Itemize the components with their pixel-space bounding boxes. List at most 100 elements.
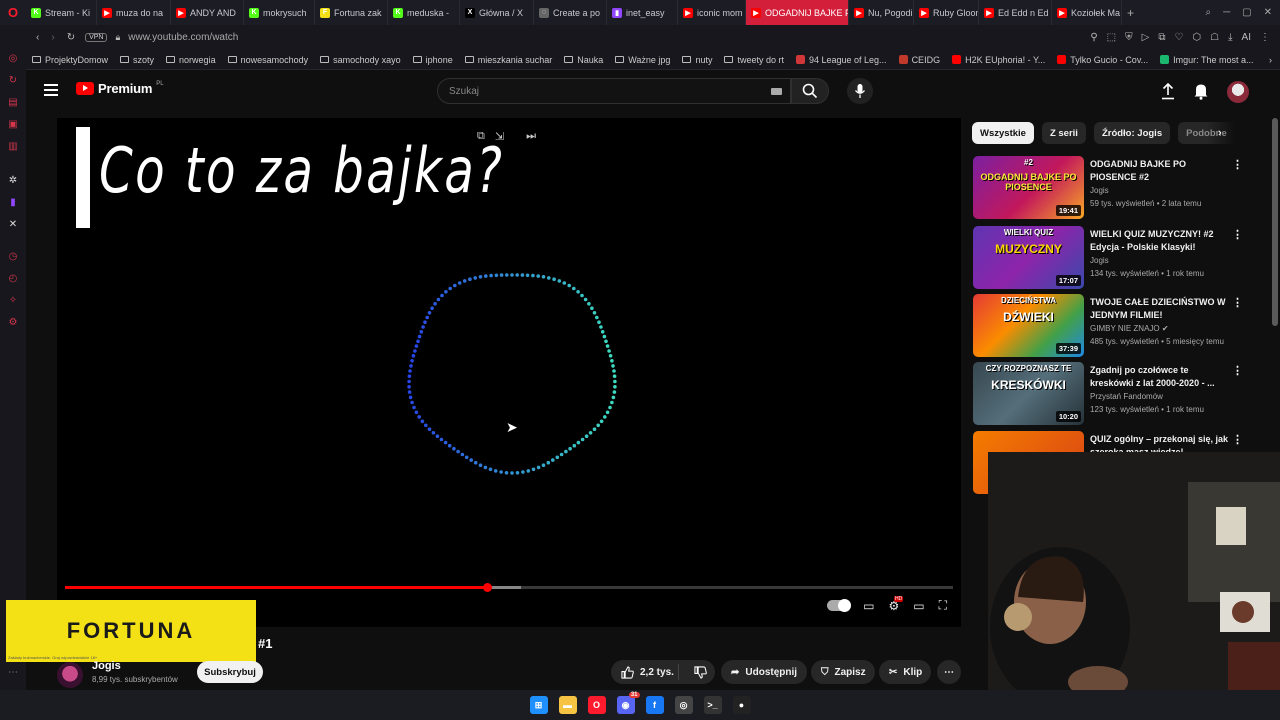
recommendation-title[interactable]: Zgadnij po czołówce te kreskówki z lat 2… [1090,364,1230,390]
bookmark-item[interactable]: tweety do rt [718,55,790,65]
like-button[interactable]: 2,2 tys. [611,664,680,680]
settings-gear-icon[interactable]: ⚙ [0,311,26,333]
social-icon[interactable]: ▣ [0,113,26,135]
close-window-icon[interactable]: ✕ [1264,7,1272,18]
browser-tab[interactable]: ◌ Create a po [534,0,607,25]
minimize-icon[interactable]: ─ [1223,7,1230,18]
lock-icon[interactable]: 🔒︎ [115,32,120,43]
x-twitter-icon[interactable]: ✕ [0,213,26,235]
video-thumbnail[interactable]: WIELKI QUIZ MUZYCZNY 17:07 [973,226,1084,289]
search-tabs-icon[interactable]: ⌕ [1205,7,1211,18]
browser-tab[interactable]: X Główna / X [460,0,534,25]
video-popout-icon[interactable]: ▷ [1142,32,1150,43]
recommendation-channel[interactable]: Jogis [1090,186,1109,195]
notifications-bell-icon[interactable] [1193,82,1209,100]
youtube-premium-logo[interactable]: Premium PL [76,81,164,96]
video-thumbnail[interactable]: CZY ROZPOZNASZ TE KRESKÓWKI 10:20 [973,362,1084,425]
bookmark-item[interactable]: nowesamochody [222,55,315,65]
progress-scrubber-handle[interactable] [482,583,492,592]
new-tab-icon[interactable]: + [1122,0,1139,25]
discord-icon[interactable]: ◉ 31 [616,692,640,714]
search-button[interactable] [791,78,829,104]
settings-icon[interactable]: ⚙ HD [888,595,904,613]
subtitles-icon[interactable]: ▭ [863,599,874,613]
more-options-icon[interactable]: ⋮ [1232,364,1243,377]
dislike-button[interactable] [685,665,715,679]
filter-chip[interactable]: Z serii [1041,122,1086,144]
browser-tab[interactable]: Kmeduska - [388,0,460,25]
video-player[interactable]: Co to za bajka? ⧉ ⇲ ⏭ ➤ ▭ ⚙ HD ▭ ⛶ [57,118,961,627]
browser-tab[interactable]: ▶ Koziołek Ma [1052,0,1122,25]
aria-ai-button[interactable]: AI [1242,32,1251,43]
filter-chip[interactable]: Wszystkie [972,122,1034,144]
bookmark-item[interactable]: mieszkania suchar [459,55,559,65]
file-explorer-icon[interactable]: ▬ [558,696,577,714]
save-button[interactable]: ⛉ Zapisz [811,660,875,684]
theater-mode-icon[interactable]: ▭ [913,599,924,613]
recommendation-channel[interactable]: Przystań Fandomów [1090,392,1163,401]
subscribe-button[interactable]: Subskrybuj [197,661,263,683]
bookmark-item[interactable]: Ważne jpg [609,55,676,65]
browser-tab[interactable]: ▶ Nu, Pogodi [849,0,914,25]
browser-tab[interactable]: ▶ iconic mom [678,0,746,25]
channel-name[interactable]: Jogis [92,660,121,672]
hamburger-menu-icon[interactable] [44,84,58,96]
windows-start-icon[interactable]: ⊞ [529,696,548,714]
search-input[interactable]: Szukaj [437,78,791,104]
filter-chip[interactable]: Źródło: Jogis [1093,122,1171,144]
channel-avatar[interactable] [57,662,83,688]
browser-tab[interactable]: ▶ ODGADNIJ BAJKE P [746,0,849,25]
browser-tab[interactable]: ▶ Ruby Gloom [914,0,979,25]
bookmark-item[interactable]: CEIDG [893,55,947,65]
recommendation-card[interactable]: WIELKI QUIZ MUZYCZNY 17:07 WIELKI QUIZ MUZY… [973,226,1273,290]
video-thumbnail[interactable]: #2 ODGADNIJ BAJKE PO PIOSENCE 19:41 [973,156,1084,219]
more-actions-button[interactable]: ⋯ [937,660,961,684]
bookmark-item[interactable]: samochody xayo [314,55,407,65]
bookmark-item[interactable]: Imgur: The most a... [1154,55,1259,65]
terminal-icon[interactable]: >_ [703,696,722,714]
filter-chip[interactable]: Podobne [1178,122,1235,144]
autoplay-toggle[interactable] [827,599,852,612]
browser-tab[interactable]: Kmokrysuch [244,0,315,25]
recommendation-channel[interactable]: GIMBY NIE ZNAJO ✔ [1090,324,1169,333]
player-icon[interactable]: ▥ [0,135,26,157]
twitch-icon[interactable]: ▮ [0,191,26,213]
download-icon[interactable]: ⤓ [1228,32,1232,43]
video-thumbnail[interactable]: DZIECIŃSTWA DŹWIEKI 37:39 [973,294,1084,357]
next-video-icon[interactable]: ⏭ [526,130,536,143]
opera-gx-icon[interactable]: O [587,696,606,714]
bookmark-item[interactable]: Tylko Gucio - Cov... [1051,55,1154,65]
more-options-icon[interactable]: ⋮ [1232,228,1243,241]
pip-icon[interactable]: ⇲ [495,130,504,143]
reload-icon[interactable]: ↻ [67,32,75,43]
opera-logo-icon[interactable]: O [0,5,26,20]
more-dots-icon[interactable]: ⋯ [0,661,26,683]
menu-dots-icon[interactable]: ⋮ [1260,32,1270,43]
browser-tab[interactable]: ▶ Ed Edd n Ed [979,0,1052,25]
account-avatar[interactable] [1227,81,1249,103]
more-options-icon[interactable]: ⋮ [1232,296,1243,309]
recommendation-title[interactable]: WIELKI QUIZ MUZYCZNY! #2 Edycja - Polski… [1090,228,1230,254]
facebook-icon[interactable]: f [645,696,664,714]
chatgpt-icon[interactable]: ✲ [0,169,26,191]
messenger-icon[interactable]: ◎ [0,47,26,69]
capture-icon[interactable]: ⧉ [1158,32,1165,43]
extensions-cube-icon[interactable]: ⬡ [1192,32,1201,43]
maximize-icon[interactable]: ▢ [1242,7,1251,18]
browser-tab[interactable]: ▮ inet_easy [607,0,678,25]
miniplayer-icon[interactable]: ⧉ [477,130,485,143]
share-button[interactable]: ➦ Udostępnij [721,660,807,684]
clip-button[interactable]: ✂ Klip [879,660,931,684]
vpn-badge[interactable]: VPN [85,33,108,42]
bookmark-item[interactable]: szoty [114,55,160,65]
heart-icon[interactable]: ♡ [1174,32,1183,43]
more-options-icon[interactable]: ⋮ [1232,433,1243,446]
upload-icon[interactable] [1161,82,1175,100]
history-icon[interactable]: ↻ [0,69,26,91]
recommendation-card[interactable]: DZIECIŃSTWA DŹWIEKI 37:39 TWOJE CAŁE DZIECI… [973,294,1273,358]
snapshot-icon[interactable]: ⬚ [1107,32,1116,43]
bookmarks-overflow-icon[interactable]: › [1269,55,1280,65]
media-player-icon[interactable]: ● [732,696,751,714]
browser-tab[interactable]: ▶ ANDY AND [171,0,244,25]
history-clock-icon[interactable]: ◴ [0,267,26,289]
